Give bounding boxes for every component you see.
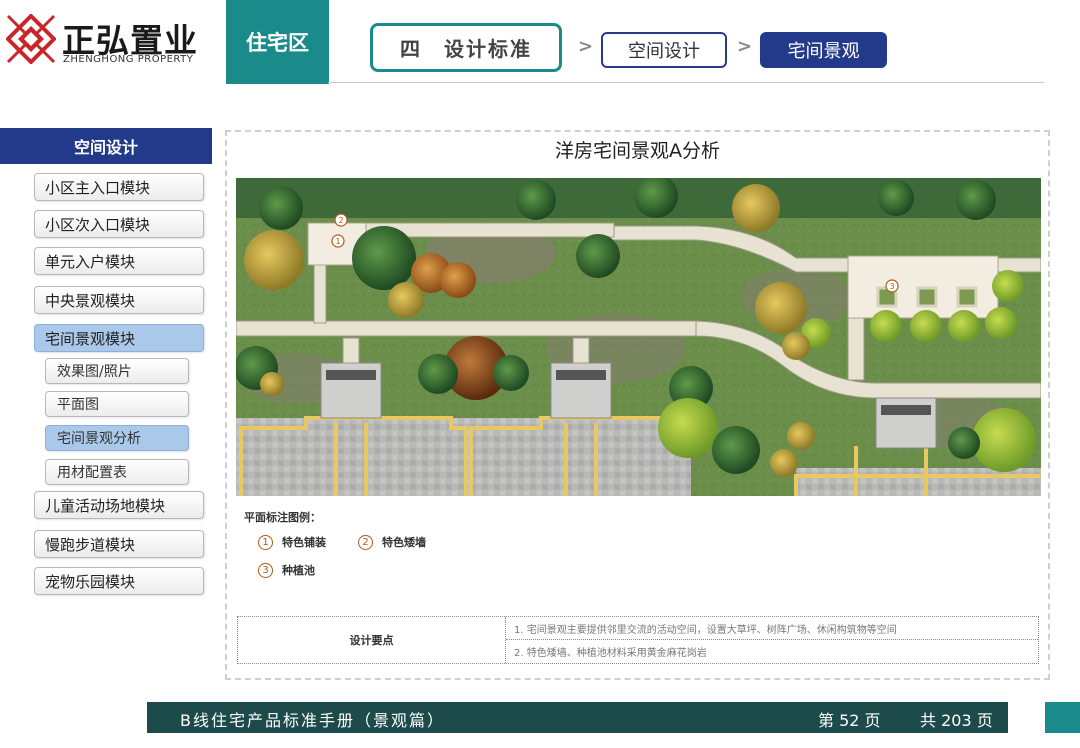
plan-marker-3: 3 [889, 282, 894, 291]
footer-total-pages: 共 203 页 [920, 711, 993, 730]
company-logo: 正弘置业 ZHENGHONG PROPERTY [6, 12, 221, 72]
footer-accent-block [1045, 702, 1080, 733]
key-point-row: 2. 特色矮墙、种植池材料采用黄金麻花岗岩 [514, 648, 707, 659]
breadcrumb-current[interactable]: 宅间景观 [760, 32, 887, 68]
legend-label: 种植池 [282, 564, 315, 577]
legend-title: 平面标注图例： [244, 511, 321, 524]
legend-number: 2 [358, 534, 373, 550]
legend-number: 3 [258, 562, 273, 578]
chevron-right-icon: > [578, 36, 594, 57]
landscape-site-plan: 2 1 3 [236, 178, 1041, 496]
legend-label: 特色矮墙 [382, 536, 426, 549]
sidebar-item-central-landscape[interactable]: 中央景观模块 [34, 286, 204, 314]
breadcrumb-chapter[interactable]: 四 设计标准 [370, 23, 562, 72]
legend-item-planter: 3 种植池 [258, 562, 315, 578]
sidebar-item-jogging-trail[interactable]: 慢跑步道模块 [34, 530, 204, 558]
sidebar-subitem-materials[interactable]: 用材配置表 [45, 459, 189, 485]
chevron-right-icon: > [737, 36, 753, 57]
section-tab[interactable]: 住宅区 [226, 0, 329, 84]
legend-number: 1 [258, 534, 273, 550]
breadcrumb-space-design[interactable]: 空间设计 [601, 32, 727, 68]
logo-mark-icon [6, 14, 56, 64]
sidebar-item-residential-landscape[interactable]: 宅间景观模块 [34, 324, 204, 352]
legend-item-low-wall: 2 特色矮墙 [358, 534, 426, 550]
plan-marker-2: 2 [338, 216, 343, 225]
sidebar-subitem-renderings[interactable]: 效果图/照片 [45, 358, 189, 384]
plan-title: 洋房宅间景观A分析 [555, 140, 720, 162]
sidebar-item-pet-park[interactable]: 宠物乐园模块 [34, 567, 204, 595]
legend-label: 特色铺装 [282, 536, 326, 549]
footer-page-number: 第 52 页 [818, 711, 881, 730]
logo-english-name: ZHENGHONG PROPERTY [63, 54, 194, 65]
header-divider [328, 82, 1044, 83]
sidebar-item-children-play[interactable]: 儿童活动场地模块 [34, 491, 204, 519]
sidebar-item-secondary-entrance[interactable]: 小区次入口模块 [34, 210, 204, 238]
sidebar-subitem-analysis[interactable]: 宅间景观分析 [45, 425, 189, 451]
sidebar-item-unit-entry[interactable]: 单元入户模块 [34, 247, 204, 275]
sidebar-title: 空间设计 [0, 128, 212, 164]
design-key-points-table: 设计要点 1. 宅间景观主要提供邻里交流的活动空间，设置大草坪、树阵广场、休闲构… [237, 616, 1039, 664]
sidebar-item-main-entrance[interactable]: 小区主入口模块 [34, 173, 204, 201]
key-point-row: 1. 宅间景观主要提供邻里交流的活动空间，设置大草坪、树阵广场、休闲构筑物等空间 [506, 617, 1038, 640]
plan-marker-1: 1 [335, 237, 340, 246]
site-plan-image: 2 1 3 [236, 178, 1041, 496]
footer-manual-title: B线住宅产品标准手册（景观篇） [180, 711, 445, 730]
key-points-label: 设计要点 [238, 617, 506, 663]
legend-item-paving: 1 特色铺装 [258, 534, 326, 550]
sidebar-subitem-plan[interactable]: 平面图 [45, 391, 189, 417]
